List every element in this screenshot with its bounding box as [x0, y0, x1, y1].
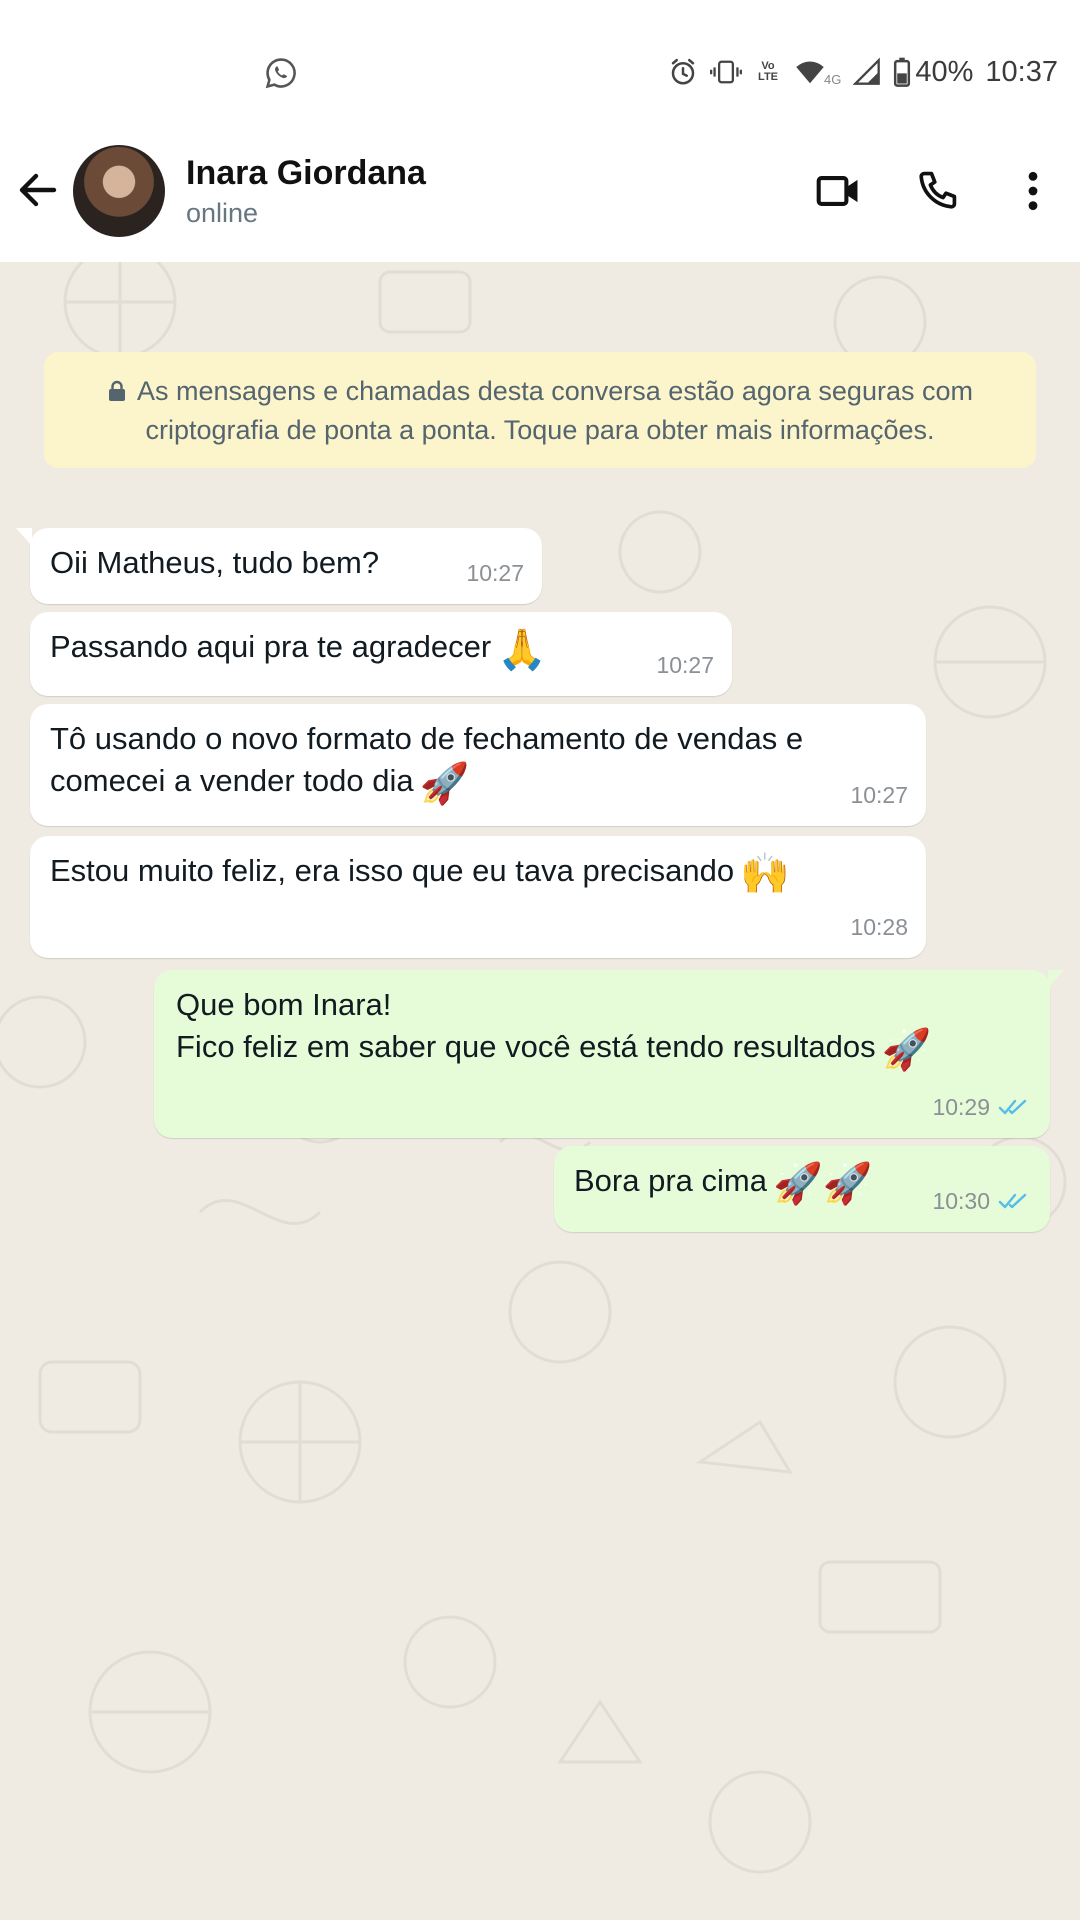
rocket-emoji: 🚀🚀: [772, 1162, 873, 1206]
lock-icon: [109, 380, 125, 401]
status-bar: Vo LTE 4G 40% 10:37: [0, 0, 1080, 120]
message-incoming[interactable]: Tô usando o novo formato de fechamento d…: [30, 704, 926, 826]
phone-icon: [919, 171, 957, 209]
more-options-button[interactable]: [1006, 164, 1060, 218]
vibrate-icon: [710, 60, 743, 84]
rocket-emoji: 🚀: [881, 1028, 932, 1072]
message-text: Que bom Inara! Fico feliz em saber que v…: [176, 987, 876, 1064]
encryption-notice[interactable]: As mensagens e chamadas desta conversa e…: [44, 352, 1036, 468]
battery-icon: [894, 57, 911, 87]
message-time: 10:27: [656, 652, 714, 678]
message-time: 10:27: [850, 782, 908, 808]
encryption-notice-text: As mensagens e chamadas desta conversa e…: [137, 376, 973, 445]
whatsapp-icon: [265, 58, 296, 89]
contact-name[interactable]: Inara Giordana: [186, 154, 426, 193]
more-vertical-icon: [1028, 171, 1038, 211]
message-text: Oii Matheus, tudo bem?: [50, 545, 380, 580]
double-check-icon: [998, 1193, 1027, 1209]
volte-indicator: Vo LTE: [758, 60, 779, 83]
chat-area[interactable]: As mensagens e chamadas desta conversa e…: [0, 262, 1080, 1920]
double-check-icon: [998, 1099, 1027, 1115]
message-outgoing[interactable]: Que bom Inara! Fico feliz em saber que v…: [154, 970, 1064, 1138]
network-type: 4G: [824, 71, 842, 87]
message-text: Bora pra cima: [574, 1163, 767, 1198]
pray-emoji: 🙏: [497, 628, 548, 672]
video-camera-icon: [816, 176, 858, 206]
chat-header: Inara Giordana online: [0, 120, 1080, 262]
rocket-emoji: 🚀: [419, 762, 470, 806]
alarm-icon: [671, 58, 695, 85]
signal-icon: [853, 57, 881, 85]
message-incoming[interactable]: Estou muito feliz, era isso que eu tava …: [30, 836, 926, 958]
clock: 10:37: [985, 55, 1058, 88]
message-incoming[interactable]: Passando aqui pra te agradecer 🙏 10:27: [30, 612, 732, 696]
message-text: Passando aqui pra te agradecer: [50, 629, 492, 664]
message-incoming[interactable]: Oii Matheus, tudo bem? 10:27: [16, 528, 542, 604]
avatar[interactable]: [73, 145, 165, 237]
message-time-container: 10:29: [932, 1086, 1032, 1128]
raising-hands-emoji: 🙌: [740, 852, 790, 896]
video-call-button[interactable]: [812, 164, 866, 218]
message-time: 10:29: [932, 1094, 990, 1120]
message-time-container: 10:30: [932, 1180, 1032, 1222]
contact-status: online: [186, 198, 259, 228]
message-time: 10:30: [932, 1188, 990, 1214]
voice-call-button[interactable]: [910, 164, 964, 218]
message-text: Estou muito feliz, era isso que eu tava …: [50, 853, 735, 888]
arrow-left-icon[interactable]: [14, 166, 62, 214]
message-time: 10:28: [850, 914, 908, 940]
status-bar-right: Vo LTE 4G 40% 10:37: [668, 52, 1058, 92]
message-outgoing[interactable]: Bora pra cima 🚀🚀 10:30: [554, 1146, 1050, 1232]
message-time: 10:27: [466, 560, 524, 586]
battery-percent: 40%: [915, 55, 974, 88]
wifi-icon: [796, 61, 824, 84]
